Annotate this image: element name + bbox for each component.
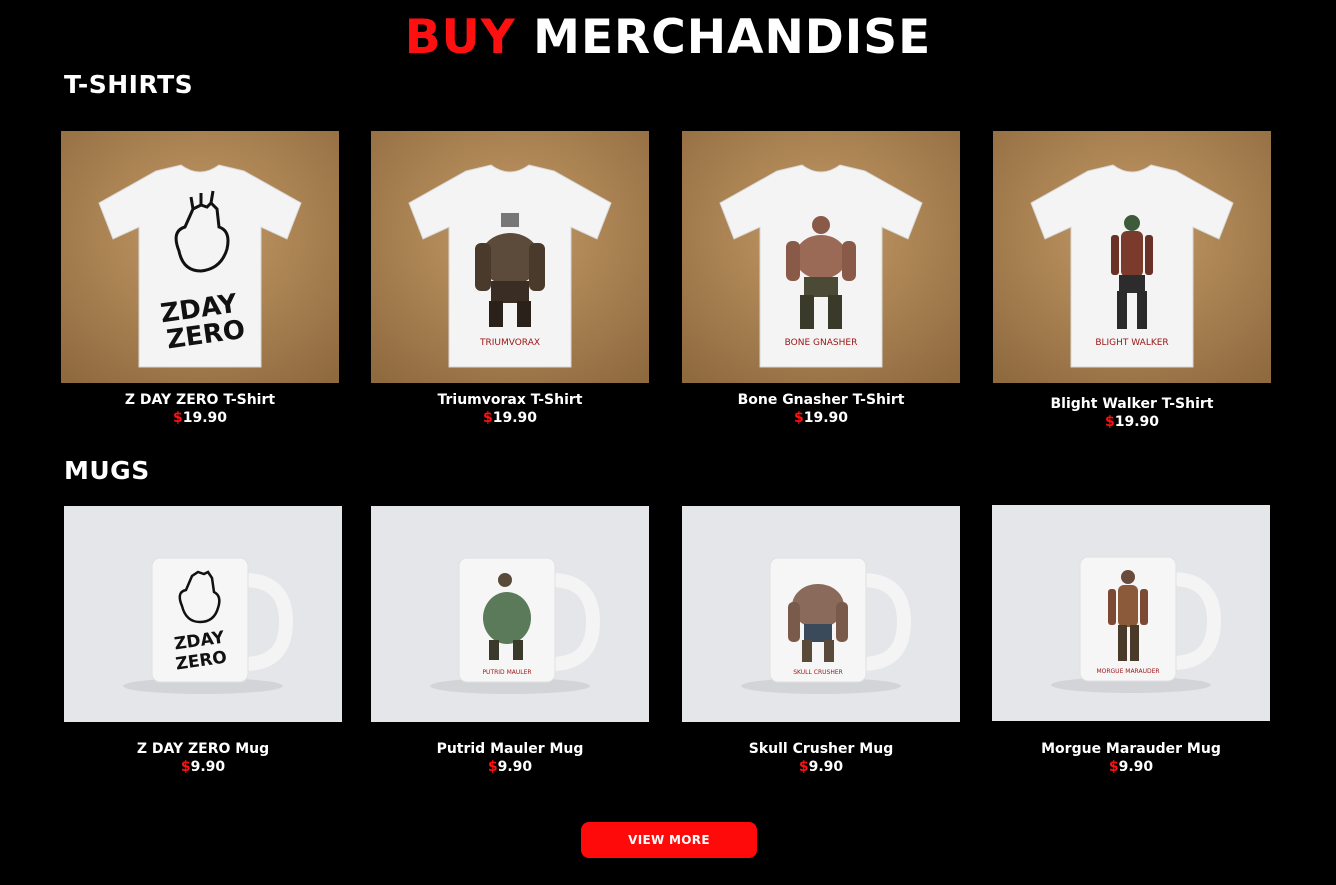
- mug-graphic: ZDAY ZERO: [64, 506, 342, 722]
- mug-image[interactable]: MORGUE MARAUDER: [992, 505, 1270, 721]
- print-label: PUTRID MAULER: [482, 669, 531, 676]
- price-value: 9.90: [190, 759, 226, 775]
- product-card-mug[interactable]: MORGUE MARAUDER Morgue Marauder Mug $9.9…: [992, 505, 1270, 776]
- price-value: 19.90: [803, 410, 849, 426]
- product-card-mug[interactable]: ZDAY ZERO Z DAY ZERO Mug $9.90: [64, 506, 342, 776]
- currency-symbol: $: [1108, 759, 1119, 775]
- mug-graphic: SKULL CRUSHER: [682, 506, 960, 722]
- mug-graphic: PUTRID MAULER: [371, 506, 649, 722]
- tshirt-image[interactable]: BONE GNASHER: [682, 131, 960, 383]
- mug-image[interactable]: ZDAY ZERO: [64, 506, 342, 722]
- price-value: 19.90: [1114, 414, 1160, 430]
- print-label: MORGUE MARAUDER: [1096, 668, 1159, 675]
- tshirt-image[interactable]: BLIGHT WALKER: [993, 131, 1271, 383]
- product-price: $9.90: [992, 758, 1270, 776]
- page-title: BUY MERCHANDISE: [0, 8, 1336, 68]
- page-title-accent: BUY: [404, 10, 516, 65]
- currency-symbol: $: [793, 410, 804, 426]
- product-name[interactable]: Morgue Marauder Mug: [992, 740, 1270, 758]
- product-card-mug[interactable]: SKULL CRUSHER Skull Crusher Mug $9.90: [682, 506, 960, 776]
- price-value: 9.90: [808, 759, 844, 775]
- section-title-tshirts: T-SHIRTS: [64, 70, 194, 99]
- product-price: $19.90: [993, 413, 1271, 431]
- mug-image[interactable]: SKULL CRUSHER: [682, 506, 960, 722]
- price-value: 9.90: [497, 759, 533, 775]
- product-name[interactable]: Bone Gnasher T-Shirt: [682, 391, 960, 409]
- print-label: SKULL CRUSHER: [793, 669, 843, 676]
- product-price: $19.90: [682, 409, 960, 427]
- print-label: BONE GNASHER: [785, 338, 858, 348]
- tshirt-graphic: ZDAY ZERO: [61, 131, 339, 383]
- product-card-tshirt[interactable]: TRIUMVORAX Triumvorax T-Shirt $19.90: [371, 131, 649, 427]
- mug-graphic: MORGUE MARAUDER: [992, 505, 1270, 721]
- currency-symbol: $: [1104, 414, 1115, 430]
- tshirt-graphic: TRIUMVORAX: [371, 131, 649, 383]
- product-card-tshirt[interactable]: BLIGHT WALKER Blight Walker T-Shirt $19.…: [993, 131, 1271, 431]
- currency-symbol: $: [798, 759, 809, 775]
- tshirt-image[interactable]: ZDAY ZERO: [61, 131, 339, 383]
- product-name[interactable]: Z DAY ZERO T-Shirt: [61, 391, 339, 409]
- price-value: 19.90: [182, 410, 228, 426]
- product-price: $9.90: [682, 758, 960, 776]
- product-card-tshirt[interactable]: BONE GNASHER Bone Gnasher T-Shirt $19.90: [682, 131, 960, 427]
- product-price: $9.90: [371, 758, 649, 776]
- product-price: $19.90: [61, 409, 339, 427]
- currency-symbol: $: [180, 759, 191, 775]
- product-name[interactable]: Skull Crusher Mug: [682, 740, 960, 758]
- price-value: 19.90: [492, 410, 538, 426]
- currency-symbol: $: [482, 410, 493, 426]
- price-value: 9.90: [1118, 759, 1154, 775]
- tshirt-graphic: BLIGHT WALKER: [993, 131, 1271, 383]
- print-label: BLIGHT WALKER: [1095, 338, 1168, 348]
- section-title-mugs: MUGS: [64, 456, 150, 485]
- mug-image[interactable]: PUTRID MAULER: [371, 506, 649, 722]
- product-name[interactable]: Putrid Mauler Mug: [371, 740, 649, 758]
- product-card-tshirt[interactable]: ZDAY ZERO Z DAY ZERO T-Shirt $19.90: [61, 131, 339, 427]
- currency-symbol: $: [172, 410, 183, 426]
- product-name[interactable]: Blight Walker T-Shirt: [993, 395, 1271, 413]
- tshirt-image[interactable]: TRIUMVORAX: [371, 131, 649, 383]
- print-label: TRIUMVORAX: [479, 338, 540, 348]
- currency-symbol: $: [487, 759, 498, 775]
- product-price: $9.90: [64, 758, 342, 776]
- product-price: $19.90: [371, 409, 649, 427]
- product-card-mug[interactable]: PUTRID MAULER Putrid Mauler Mug $9.90: [371, 506, 649, 776]
- page-title-rest: MERCHANDISE: [533, 10, 932, 65]
- product-name[interactable]: Z DAY ZERO Mug: [64, 740, 342, 758]
- tshirt-graphic: BONE GNASHER: [682, 131, 960, 383]
- product-name[interactable]: Triumvorax T-Shirt: [371, 391, 649, 409]
- view-more-button[interactable]: VIEW MORE: [581, 822, 757, 858]
